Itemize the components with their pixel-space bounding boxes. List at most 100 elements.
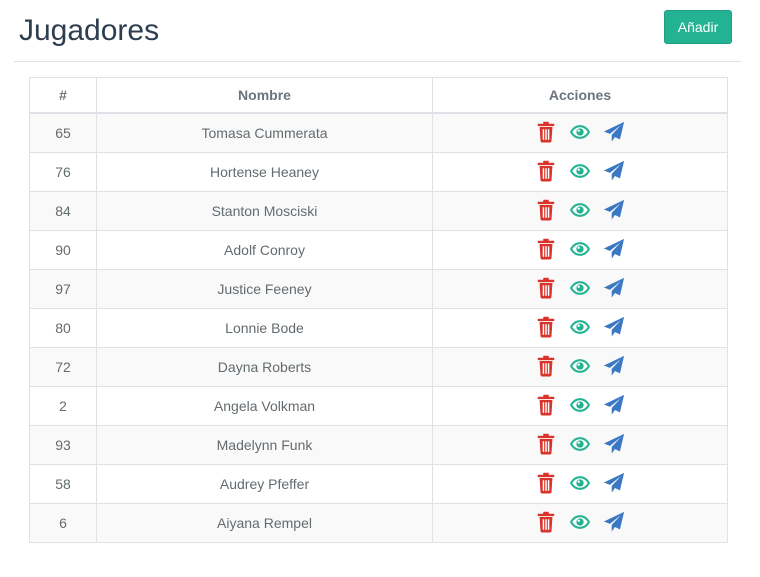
add-player-button[interactable]: Añadir [664, 10, 732, 44]
player-name: Justice Feeney [96, 269, 433, 309]
row-actions [432, 112, 728, 153]
paper-plane-icon[interactable] [603, 199, 625, 221]
trash-icon[interactable] [535, 394, 557, 416]
table-row: 80 Lonnie Bode [29, 308, 728, 348]
column-header-number: # [29, 77, 97, 114]
eye-icon[interactable] [569, 511, 591, 533]
player-id: 90 [29, 230, 97, 270]
row-actions-group [535, 276, 625, 300]
row-actions [432, 464, 728, 504]
row-actions-group [535, 471, 625, 495]
row-actions [432, 503, 728, 543]
player-name: Angela Volkman [96, 386, 433, 426]
player-id: 58 [29, 464, 97, 504]
player-name: Stanton Mosciski [96, 191, 433, 231]
paper-plane-icon[interactable] [603, 355, 625, 377]
player-name: Hortense Heaney [96, 152, 433, 192]
players-table: # Nombre Acciones 65 Tomasa Cummerata 76… [29, 77, 728, 543]
player-name: Audrey Pfeffer [96, 464, 433, 504]
row-actions [432, 386, 728, 426]
row-actions-group [535, 432, 625, 456]
player-id: 84 [29, 191, 97, 231]
column-header-name: Nombre [96, 77, 433, 114]
eye-icon[interactable] [569, 316, 591, 338]
eye-icon[interactable] [569, 238, 591, 260]
player-id: 97 [29, 269, 97, 309]
paper-plane-icon[interactable] [603, 511, 625, 533]
row-actions [432, 230, 728, 270]
paper-plane-icon[interactable] [603, 316, 625, 338]
table-header-row: # Nombre Acciones [29, 77, 728, 114]
row-actions-group [535, 198, 625, 222]
trash-icon[interactable] [535, 316, 557, 338]
player-id: 93 [29, 425, 97, 465]
paper-plane-icon[interactable] [603, 160, 625, 182]
table-row: 93 Madelynn Funk [29, 425, 728, 465]
player-id: 6 [29, 503, 97, 543]
player-id: 76 [29, 152, 97, 192]
trash-icon[interactable] [535, 355, 557, 377]
trash-icon[interactable] [535, 199, 557, 221]
trash-icon[interactable] [535, 433, 557, 455]
table-header: # Nombre Acciones [29, 77, 728, 114]
player-id: 72 [29, 347, 97, 387]
header-divider [14, 61, 741, 62]
row-actions [432, 152, 728, 192]
trash-icon[interactable] [535, 277, 557, 299]
column-header-actions: Acciones [432, 77, 728, 114]
row-actions-group [535, 393, 625, 417]
paper-plane-icon[interactable] [603, 121, 625, 143]
eye-icon[interactable] [569, 355, 591, 377]
row-actions [432, 308, 728, 348]
player-name: Madelynn Funk [96, 425, 433, 465]
paper-plane-icon[interactable] [603, 238, 625, 260]
player-name: Lonnie Bode [96, 308, 433, 348]
table-row: 2 Angela Volkman [29, 386, 728, 426]
eye-icon[interactable] [569, 277, 591, 299]
row-actions-group [535, 354, 625, 378]
row-actions-group [535, 315, 625, 339]
row-actions-group [535, 120, 625, 144]
trash-icon[interactable] [535, 472, 557, 494]
table-body: 65 Tomasa Cummerata 76 Hortense Heaney 8… [29, 112, 728, 543]
paper-plane-icon[interactable] [603, 433, 625, 455]
table-row: 6 Aiyana Rempel [29, 503, 728, 543]
trash-icon[interactable] [535, 238, 557, 260]
page-header: Jugadores Añadir [0, 0, 760, 61]
table-row: 76 Hortense Heaney [29, 152, 728, 192]
row-actions [432, 425, 728, 465]
table-row: 84 Stanton Mosciski [29, 191, 728, 231]
table-row: 58 Audrey Pfeffer [29, 464, 728, 504]
row-actions-group [535, 237, 625, 261]
paper-plane-icon[interactable] [603, 394, 625, 416]
player-name: Adolf Conroy [96, 230, 433, 270]
player-id: 2 [29, 386, 97, 426]
player-id: 80 [29, 308, 97, 348]
eye-icon[interactable] [569, 472, 591, 494]
player-name: Tomasa Cummerata [96, 112, 433, 153]
row-actions-group [535, 159, 625, 183]
eye-icon[interactable] [569, 433, 591, 455]
eye-icon[interactable] [569, 121, 591, 143]
page-title: Jugadores [19, 14, 160, 47]
player-name: Aiyana Rempel [96, 503, 433, 543]
row-actions [432, 347, 728, 387]
trash-icon[interactable] [535, 121, 557, 143]
player-id: 65 [29, 112, 97, 153]
paper-plane-icon[interactable] [603, 277, 625, 299]
row-actions [432, 191, 728, 231]
eye-icon[interactable] [569, 160, 591, 182]
table-row: 72 Dayna Roberts [29, 347, 728, 387]
row-actions-group [535, 510, 625, 534]
eye-icon[interactable] [569, 394, 591, 416]
players-table-container: # Nombre Acciones 65 Tomasa Cummerata 76… [29, 77, 728, 543]
eye-icon[interactable] [569, 199, 591, 221]
table-row: 97 Justice Feeney [29, 269, 728, 309]
table-row: 65 Tomasa Cummerata [29, 112, 728, 153]
paper-plane-icon[interactable] [603, 472, 625, 494]
row-actions [432, 269, 728, 309]
table-row: 90 Adolf Conroy [29, 230, 728, 270]
trash-icon[interactable] [535, 160, 557, 182]
trash-icon[interactable] [535, 511, 557, 533]
player-name: Dayna Roberts [96, 347, 433, 387]
